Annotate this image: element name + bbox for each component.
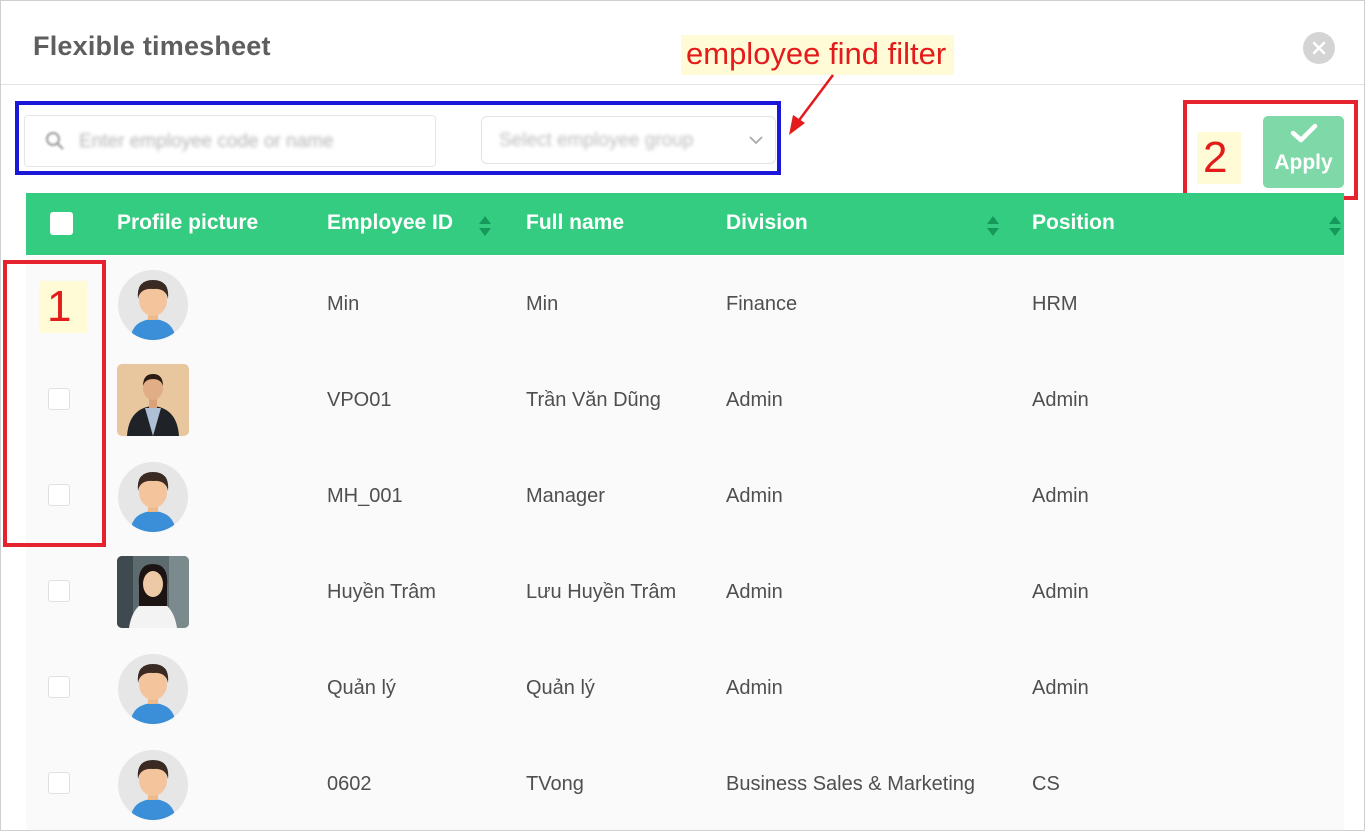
division-cell: Admin xyxy=(726,677,783,699)
position-cell: Admin xyxy=(1032,389,1089,411)
flexible-timesheet-modal: Flexible timesheet employee find filter … xyxy=(0,0,1365,831)
table-row[interactable]: 0602 TVong Business Sales & Marketing CS xyxy=(26,736,1344,830)
checkbox-annotation-box xyxy=(3,260,106,547)
sort-icon[interactable] xyxy=(986,215,1000,237)
default-avatar-icon xyxy=(118,654,188,724)
sort-icon[interactable] xyxy=(1328,215,1342,237)
position-cell: HRM xyxy=(1032,293,1078,315)
division-cell: Finance xyxy=(726,293,798,315)
position-cell: Admin xyxy=(1032,485,1089,507)
table-row[interactable]: Quản lý Quản lý Admin Admin xyxy=(26,640,1344,737)
position-cell: CS xyxy=(1032,773,1060,795)
full-name-cell: TVong xyxy=(526,773,584,795)
apply-annotation-box xyxy=(1183,100,1358,200)
table-row[interactable]: Min Min Finance HRM xyxy=(26,256,1344,353)
position-cell: Admin xyxy=(1032,581,1089,603)
column-header-employee-id[interactable]: Employee ID xyxy=(327,211,453,235)
employee-id-cell: Quản lý xyxy=(327,677,396,699)
filter-annotation-label: employee find filter xyxy=(681,35,955,75)
table-row[interactable]: Huyền Trâm Lưu Huyền Trâm Admin Admin xyxy=(26,544,1344,641)
row-checkbox[interactable] xyxy=(48,676,70,698)
default-avatar-icon xyxy=(118,750,188,820)
employee-id-cell: 0602 xyxy=(327,773,372,795)
column-header-full-name: Full name xyxy=(526,211,625,234)
employee-id-cell: Huyền Trâm xyxy=(327,581,436,603)
column-header-profile-picture: Profile picture xyxy=(117,211,259,234)
employee-id-cell: VPO01 xyxy=(327,389,392,411)
full-name-cell: Lưu Huyền Trâm xyxy=(526,581,677,603)
profile-photo xyxy=(117,364,189,436)
employee-id-cell: MH_001 xyxy=(327,485,403,507)
division-cell: Admin xyxy=(726,581,783,603)
annotation-arrow-icon xyxy=(789,74,834,135)
table-row[interactable]: MH_001 Manager Admin Admin xyxy=(26,448,1344,545)
full-name-cell: Trần Văn Dũng xyxy=(526,389,661,411)
sort-icon[interactable] xyxy=(478,215,492,237)
default-avatar-icon xyxy=(118,462,188,532)
profile-photo xyxy=(117,556,189,628)
row-checkbox[interactable] xyxy=(48,772,70,794)
table-row[interactable]: VPO01 Trần Văn Dũng Admin Admin xyxy=(26,352,1344,449)
modal-title: Flexible timesheet xyxy=(33,31,271,61)
filter-annotation-box xyxy=(15,101,781,175)
division-cell: Admin xyxy=(726,389,783,411)
table-header: Profile picture Employee ID Full name Di… xyxy=(26,193,1344,255)
division-cell: Admin xyxy=(726,485,783,507)
column-header-division[interactable]: Division xyxy=(726,211,808,235)
default-avatar-icon xyxy=(118,270,188,340)
close-icon xyxy=(1312,41,1326,55)
row-checkbox[interactable] xyxy=(48,580,70,602)
position-cell: Admin xyxy=(1032,677,1089,699)
full-name-cell: Quản lý xyxy=(526,677,595,699)
select-all-checkbox[interactable] xyxy=(50,212,73,235)
close-button[interactable] xyxy=(1303,32,1335,64)
full-name-cell: Manager xyxy=(526,485,605,507)
employee-id-cell: Min xyxy=(327,293,360,315)
division-cell: Business Sales & Marketing xyxy=(726,773,976,795)
full-name-cell: Min xyxy=(526,293,559,315)
column-header-position[interactable]: Position xyxy=(1032,211,1115,235)
